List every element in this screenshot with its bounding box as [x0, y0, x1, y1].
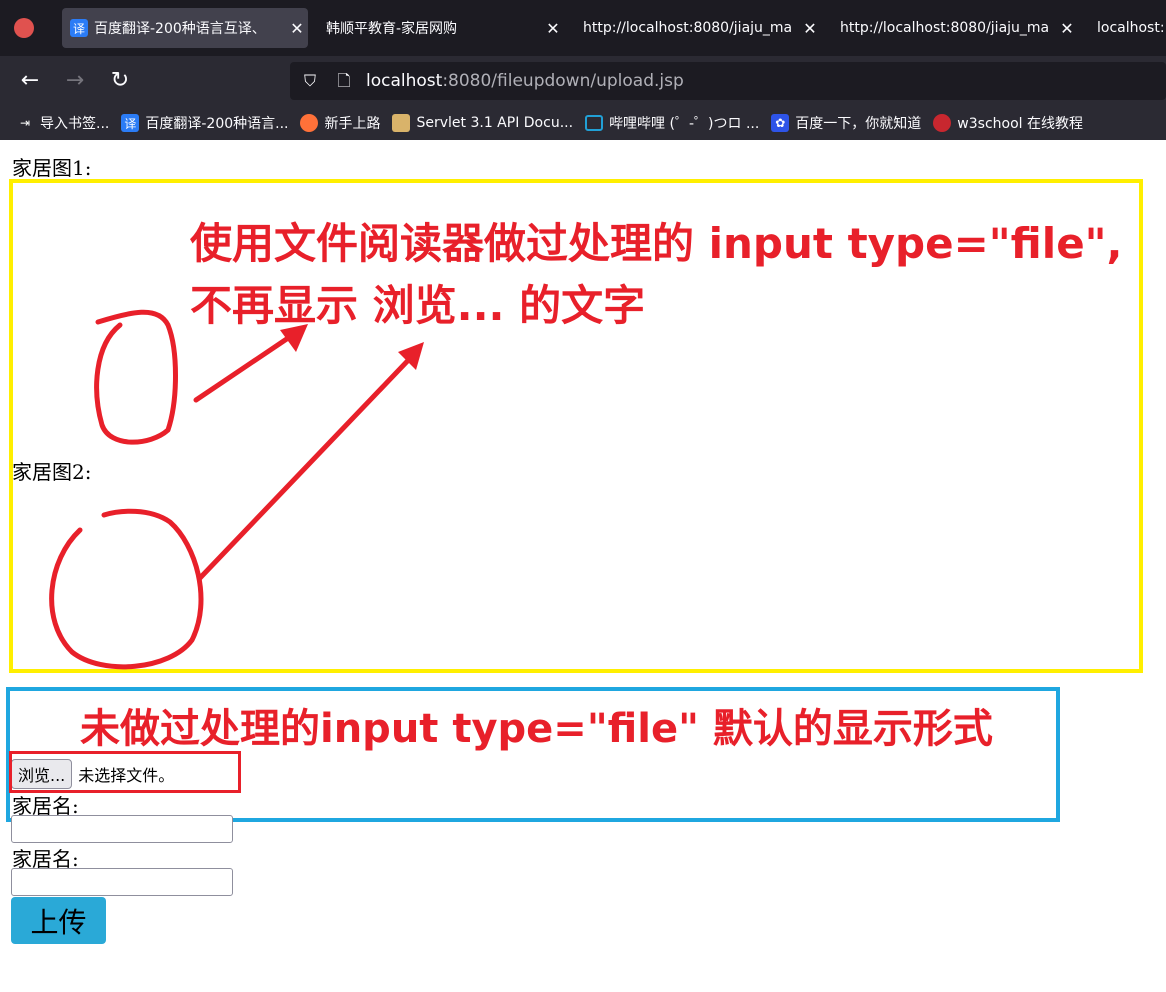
- file-input-image-1[interactable]: [96, 152, 156, 178]
- tab-localhost-2[interactable]: http://localhost:8080/jiaju_ma ✕: [832, 8, 1078, 48]
- close-icon[interactable]: ✕: [286, 19, 308, 38]
- translate-icon: 译: [121, 114, 140, 132]
- reload-icon[interactable]: ↻: [107, 68, 133, 94]
- tab-baidu-translate[interactable]: 译 百度翻译-200种语言互译、 ✕: [62, 8, 308, 48]
- bookmark-import[interactable]: ⇥ 导入书签...: [16, 113, 109, 133]
- url-bar[interactable]: ⛉ 🗋 localhost:8080/fileupdown/upload.jsp: [290, 62, 1166, 100]
- tab-localhost-1[interactable]: http://localhost:8080/jiaju_ma ✕: [575, 8, 821, 48]
- baidu-icon: ✿: [771, 114, 790, 132]
- bookmark-baidu-translate[interactable]: 译 百度翻译-200种语言...: [121, 113, 288, 133]
- page-icon[interactable]: 🗋: [334, 71, 354, 91]
- name-input-2[interactable]: [11, 868, 233, 896]
- translate-icon: 译: [70, 19, 88, 37]
- name-input-1[interactable]: [11, 815, 233, 843]
- tab-localhost-3[interactable]: localhost:: [1089, 8, 1166, 48]
- bookmarks-toolbar: ⇥ 导入书签... 译 百度翻译-200种语言... 新手上路 Servlet …: [0, 106, 1166, 140]
- tab-title: http://localhost:8080/jiaju_ma: [583, 20, 793, 36]
- tab-title: 百度翻译-200种语言互译、: [94, 21, 266, 37]
- tab-title: http://localhost:8080/jiaju_ma: [840, 20, 1050, 36]
- label-image-1: 家居图1:: [12, 156, 92, 180]
- highlight-box-file-input: [9, 751, 241, 793]
- close-icon[interactable]: ✕: [542, 19, 564, 38]
- w3school-icon: [933, 114, 952, 132]
- forward-arrow-icon[interactable]: →: [62, 68, 88, 94]
- bookmark-baidu[interactable]: ✿ 百度一下，你就知道: [771, 113, 921, 133]
- browser-menu-icon[interactable]: [14, 18, 34, 38]
- import-icon: ⇥: [19, 116, 31, 130]
- bookmark-label: 百度一下，你就知道: [795, 116, 922, 132]
- bookmark-label: 新手上路: [324, 116, 381, 132]
- tab-bar: 译 百度翻译-200种语言互译、 ✕ 韩顺平教育-家居网购 ✕ http://l…: [0, 0, 1166, 56]
- url-path: :8080/fileupdown/upload.jsp: [442, 71, 684, 91]
- bookmark-label: Servlet 3.1 API Docu...: [416, 115, 574, 131]
- bookmark-w3school[interactable]: w3school 在线教程: [933, 113, 1083, 133]
- url-host: localhost: [366, 71, 443, 91]
- bookmark-label: 导入书签...: [40, 116, 110, 132]
- tab-title: 韩顺平教育-家居网购: [326, 21, 458, 37]
- tomcat-icon: [392, 114, 411, 132]
- bookmark-getting-started[interactable]: 新手上路: [300, 113, 380, 133]
- close-icon[interactable]: ✕: [799, 19, 821, 38]
- upload-button[interactable]: 上传: [11, 897, 106, 944]
- bilibili-icon: [585, 115, 604, 131]
- bookmark-label: 百度翻译-200种语言...: [145, 116, 289, 132]
- annotation-default: 未做过处理的input type="file" 默认的显示形式: [80, 706, 993, 752]
- firefox-icon: [300, 114, 319, 132]
- url-text[interactable]: localhost:8080/fileupdown/upload.jsp: [366, 71, 684, 91]
- close-icon[interactable]: ✕: [1056, 19, 1078, 38]
- annotation-processed-line1: 使用文件阅读器做过处理的 input type="file",: [190, 219, 1123, 268]
- tab-jiaju[interactable]: 韩顺平教育-家居网购 ✕: [318, 8, 564, 48]
- shield-icon[interactable]: ⛉: [300, 71, 320, 91]
- annotation-processed-line2: 不再显示 浏览... 的文字: [190, 281, 646, 330]
- tab-title: localhost:: [1097, 20, 1165, 36]
- bookmark-servlet-docs[interactable]: Servlet 3.1 API Docu...: [392, 114, 573, 132]
- bookmark-label: 哔哩哔哩 (゜-゜)つロ ...: [609, 116, 760, 132]
- bookmark-bilibili[interactable]: 哔哩哔哩 (゜-゜)つロ ...: [585, 113, 759, 133]
- bookmark-label: w3school 在线教程: [957, 116, 1083, 132]
- back-arrow-icon[interactable]: ←: [17, 68, 43, 94]
